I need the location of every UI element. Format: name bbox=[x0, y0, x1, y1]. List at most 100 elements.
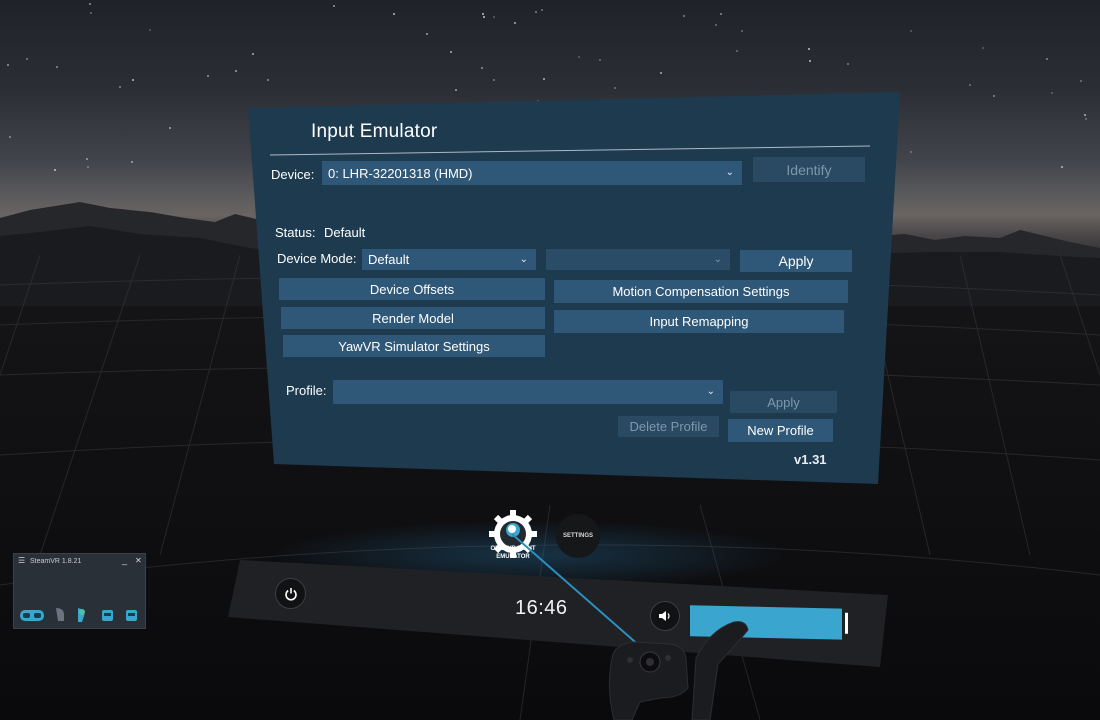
version-label: v1.31 bbox=[794, 452, 827, 467]
base-station-icon bbox=[56, 608, 64, 621]
profile-apply-button[interactable]: Apply bbox=[730, 391, 837, 413]
delete-profile-button[interactable]: Delete Profile bbox=[618, 416, 719, 437]
star bbox=[847, 63, 849, 65]
star bbox=[90, 12, 92, 14]
device-select[interactable]: 0: LHR-32201318 (HMD) ⌄ bbox=[322, 161, 742, 185]
yawvr-simulator-button[interactable]: YawVR Simulator Settings bbox=[283, 335, 545, 357]
star bbox=[119, 86, 121, 88]
star bbox=[493, 79, 495, 81]
profile-select[interactable]: ⌄ bbox=[333, 380, 723, 404]
star bbox=[132, 79, 134, 81]
vr-controller bbox=[608, 621, 749, 720]
settings-label: SETTINGS bbox=[562, 533, 593, 539]
volume-slider-handle[interactable] bbox=[845, 612, 848, 634]
star bbox=[131, 161, 133, 163]
star bbox=[982, 47, 984, 49]
controller-icon bbox=[78, 608, 85, 622]
page-title: Input Emulator bbox=[311, 121, 438, 142]
identify-button[interactable]: Identify bbox=[753, 157, 865, 182]
star bbox=[614, 87, 616, 89]
star bbox=[1085, 118, 1087, 120]
star bbox=[514, 22, 516, 24]
hamburger-icon[interactable]: ☰ bbox=[18, 556, 25, 565]
new-profile-button[interactable]: New Profile bbox=[728, 419, 833, 442]
render-model-button[interactable]: Render Model bbox=[281, 307, 545, 329]
device-select-value: 0: LHR-32201318 (HMD) bbox=[328, 165, 473, 181]
star bbox=[235, 70, 237, 72]
device-mode-label: Device Mode: bbox=[277, 251, 357, 266]
star bbox=[599, 59, 601, 61]
chevron-down-icon: ⌄ bbox=[725, 166, 734, 178]
star bbox=[333, 5, 335, 7]
profile-label: Profile: bbox=[286, 383, 327, 398]
minimize-button[interactable]: _ bbox=[122, 555, 127, 565]
star bbox=[252, 53, 254, 55]
star bbox=[455, 89, 457, 91]
headset-icon bbox=[20, 610, 44, 621]
star bbox=[720, 13, 722, 15]
star bbox=[969, 84, 971, 86]
star bbox=[541, 9, 543, 11]
star bbox=[26, 58, 28, 60]
device-mode-select[interactable]: Default ⌄ bbox=[362, 249, 536, 270]
device-mode-secondary-select[interactable]: ⌄ bbox=[546, 249, 730, 270]
device-label: Device: bbox=[271, 167, 315, 182]
star bbox=[715, 24, 717, 26]
chevron-down-icon: ⌄ bbox=[519, 253, 528, 265]
star bbox=[267, 79, 269, 81]
star bbox=[87, 166, 89, 168]
star bbox=[207, 75, 209, 77]
star bbox=[169, 127, 171, 129]
star bbox=[1080, 80, 1082, 82]
chevron-down-icon: ⌄ bbox=[713, 253, 722, 265]
star bbox=[481, 67, 483, 69]
star bbox=[808, 48, 810, 50]
star bbox=[1046, 58, 1048, 60]
star bbox=[54, 169, 56, 171]
device-mode-select-value: Default bbox=[368, 252, 410, 267]
star bbox=[683, 15, 685, 17]
title-divider bbox=[270, 145, 870, 156]
settings-button[interactable]: SETTINGS bbox=[556, 514, 600, 558]
star bbox=[56, 66, 58, 68]
input-emulator-app-label: OPENVR INPUT EMULATOR bbox=[490, 546, 536, 560]
star bbox=[535, 11, 537, 13]
clock: 16:46 bbox=[515, 597, 568, 619]
steamvr-window-title: SteamVR 1.8.21 bbox=[30, 558, 82, 565]
device-status-icons bbox=[20, 608, 137, 622]
power-icon bbox=[284, 587, 297, 601]
star bbox=[910, 30, 912, 32]
star bbox=[493, 16, 495, 18]
input-remapping-button[interactable]: Input Remapping bbox=[554, 310, 844, 333]
star bbox=[660, 72, 662, 74]
device-mode-apply-button[interactable]: Apply bbox=[740, 250, 852, 272]
star bbox=[1061, 166, 1063, 168]
star bbox=[86, 158, 88, 160]
close-button[interactable]: ✕ bbox=[135, 556, 142, 565]
device-offsets-button[interactable]: Device Offsets bbox=[279, 278, 545, 300]
star bbox=[993, 95, 995, 97]
star bbox=[1084, 114, 1086, 116]
star bbox=[482, 13, 484, 15]
status-value: Default bbox=[324, 225, 366, 240]
star bbox=[450, 51, 452, 53]
tracker-icon bbox=[102, 610, 113, 621]
star bbox=[426, 33, 428, 35]
star bbox=[741, 30, 743, 32]
star bbox=[149, 29, 151, 31]
tracker-icon bbox=[126, 610, 137, 621]
star bbox=[809, 60, 811, 62]
star bbox=[89, 3, 91, 5]
motion-compensation-button[interactable]: Motion Compensation Settings bbox=[554, 280, 848, 303]
star bbox=[543, 78, 545, 80]
star bbox=[1051, 92, 1053, 94]
chevron-down-icon: ⌄ bbox=[706, 385, 715, 397]
power-button[interactable] bbox=[275, 578, 306, 609]
star bbox=[910, 151, 912, 153]
star bbox=[9, 136, 11, 138]
star bbox=[483, 16, 485, 18]
star bbox=[393, 13, 395, 15]
star bbox=[736, 50, 738, 52]
steamvr-status-window[interactable]: ☰ SteamVR 1.8.21 _ ✕ bbox=[13, 553, 146, 629]
status-label: Status: bbox=[275, 225, 316, 240]
